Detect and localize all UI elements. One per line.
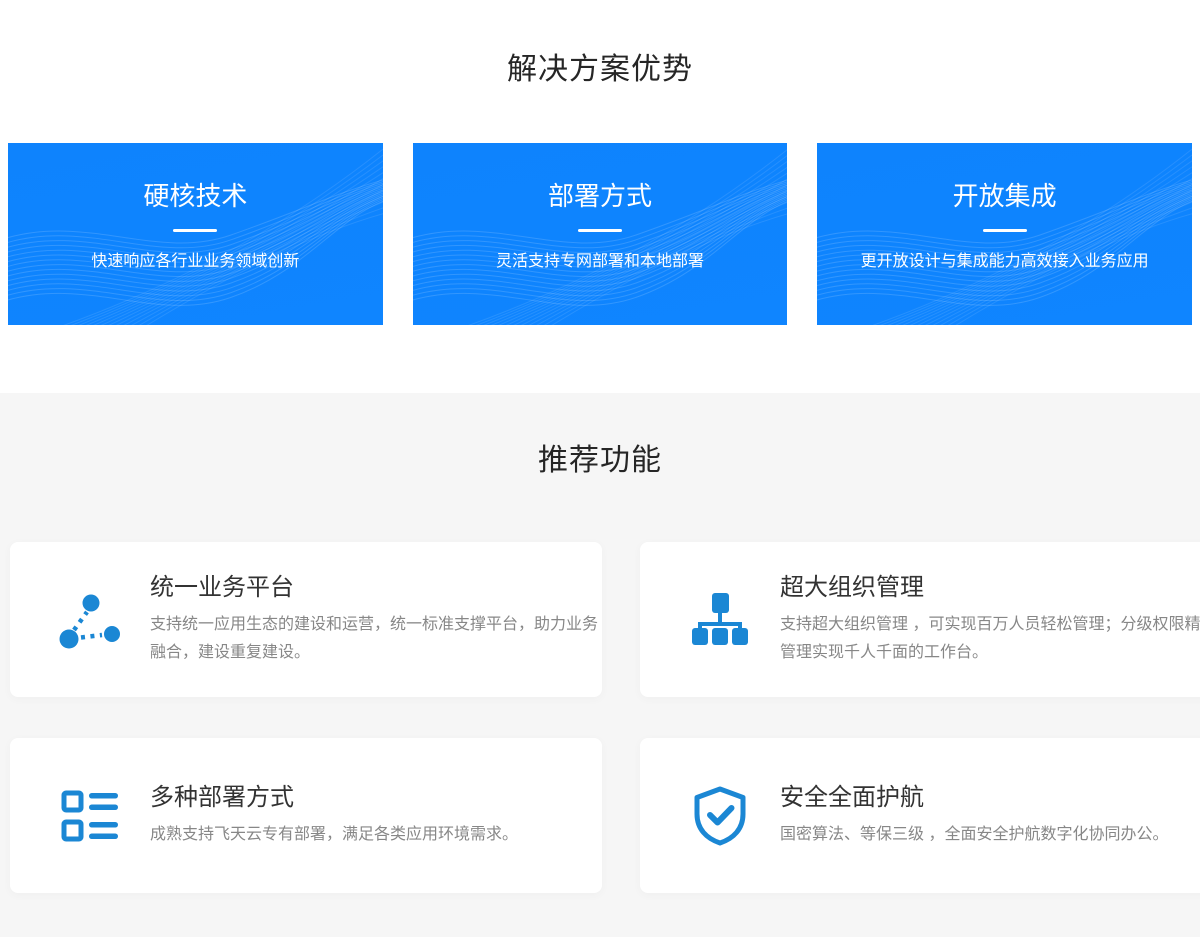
org-chart-icon [688,588,752,652]
feature-card-desc: 成熟支持飞天云专有部署，满足各类应用环境需求。 [150,821,602,849]
section-advantages: 解决方案优势 硬核技术 快速响应各行业业务领域创新 部署方式 灵活支持专网部署和… [0,0,1200,393]
feature-card-desc: 支持超大组织管理 ，可实现百万人员轻松管理；分级权限精细管理实现千人千面的工作台… [780,611,1200,667]
advantage-card-content: 开放集成 更开放设计与集成能力高效接入业务应用 [817,180,1192,273]
shield-check-icon [688,784,752,848]
advantage-card-deployment: 部署方式 灵活支持专网部署和本地部署 [413,143,788,325]
feature-card-security: 安全全面护航 国密算法、等保三级 ，全面安全护航数字化协同办公。 [640,738,1200,893]
feature-card-desc: 国密算法、等保三级 ，全面安全护航数字化协同办公。 [780,821,1200,849]
divider [173,229,217,232]
feature-card-org-management: 超大组织管理 支持超大组织管理 ，可实现百万人员轻松管理；分级权限精细管理实现千… [640,542,1200,697]
advantage-card-row: 硬核技术 快速响应各行业业务领域创新 部署方式 灵活支持专网部署和本地部署 开放… [0,143,1200,325]
advantage-card-desc: 更开放设计与集成能力高效接入业务应用 [817,251,1192,273]
feature-card-text: 超大组织管理 支持超大组织管理 ，可实现百万人员轻松管理；分级权限精细管理实现千… [780,573,1200,667]
feature-card-text: 统一业务平台 支持统一应用生态的建设和运营，统一标准支撑平台，助力业务融合，建设… [150,573,602,667]
advantage-card-open-integration: 开放集成 更开放设计与集成能力高效接入业务应用 [817,143,1192,325]
feature-card-title: 安全全面护航 [780,783,1200,813]
nodes-link-icon [58,588,122,652]
advantage-card-content: 部署方式 灵活支持专网部署和本地部署 [413,180,788,273]
advantage-card-content: 硬核技术 快速响应各行业业务领域创新 [8,180,383,273]
advantage-card-title: 开放集成 [817,180,1192,212]
advantage-card-title: 硬核技术 [8,180,383,212]
feature-card-title: 超大组织管理 [780,573,1200,603]
feature-card-title: 多种部署方式 [150,783,602,813]
advantage-card-desc: 灵活支持专网部署和本地部署 [413,251,788,273]
advantage-card-desc: 快速响应各行业业务领域创新 [8,251,383,273]
section-features: 推荐功能 统一业务平台 支持统一应用生态的建设和运营，统一标准支撑平台，助力业务… [0,393,1200,937]
feature-card-deployment-modes: 多种部署方式 成熟支持飞天云专有部署，满足各类应用环境需求。 [10,738,602,893]
feature-card-unified-platform: 统一业务平台 支持统一应用生态的建设和运营，统一标准支撑平台，助力业务融合，建设… [10,542,602,697]
list-icon [58,784,122,848]
divider [983,229,1027,232]
advantage-card-hard-tech: 硬核技术 快速响应各行业业务领域创新 [8,143,383,325]
features-section-title: 推荐功能 [0,441,1200,481]
page: { "advantages": { "title": "解决方案优势", "ca… [0,0,1200,940]
advantage-card-title: 部署方式 [413,180,788,212]
feature-card-grid: 统一业务平台 支持统一应用生态的建设和运营，统一标准支撑平台，助力业务融合，建设… [10,542,1192,893]
divider [578,229,622,232]
feature-card-text: 多种部署方式 成熟支持飞天云专有部署，满足各类应用环境需求。 [150,783,602,849]
feature-card-desc: 支持统一应用生态的建设和运营，统一标准支撑平台，助力业务融合，建设重复建设。 [150,611,602,667]
advantages-section-title: 解决方案优势 [0,50,1200,90]
feature-card-text: 安全全面护航 国密算法、等保三级 ，全面安全护航数字化协同办公。 [780,783,1200,849]
feature-card-title: 统一业务平台 [150,573,602,603]
